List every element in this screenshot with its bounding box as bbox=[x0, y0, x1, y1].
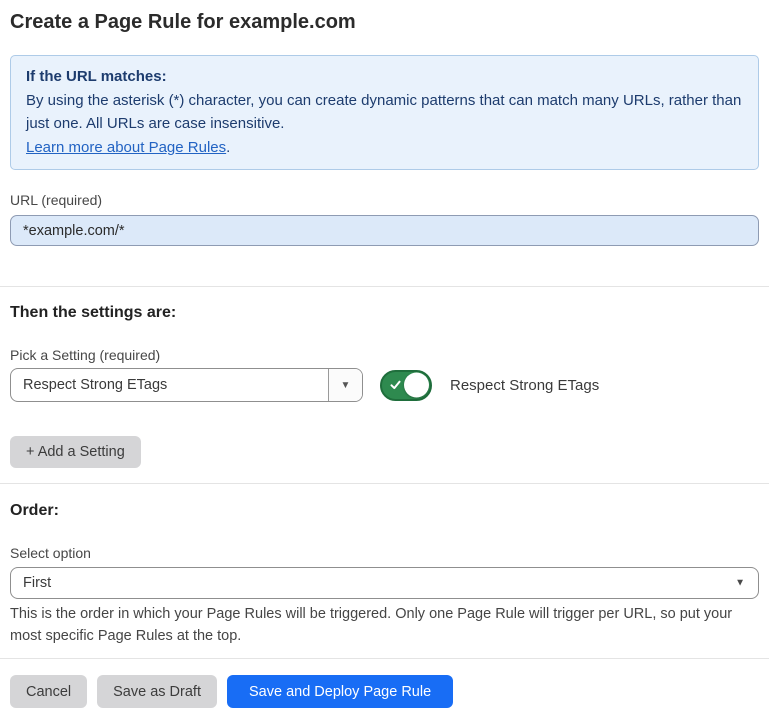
order-heading: Order: bbox=[10, 501, 759, 521]
learn-more-link[interactable]: Learn more about Page Rules bbox=[26, 139, 226, 156]
check-icon bbox=[389, 379, 402, 392]
section-divider bbox=[0, 483, 769, 484]
form-actions: Cancel Save as Draft Save and Deploy Pag… bbox=[10, 675, 759, 708]
toggle-label: Respect Strong ETags bbox=[450, 377, 599, 394]
save-deploy-button[interactable]: Save and Deploy Page Rule bbox=[227, 675, 453, 708]
url-input[interactable] bbox=[10, 215, 759, 246]
chevron-down-icon[interactable]: ▼ bbox=[328, 369, 362, 401]
setting-toggle[interactable] bbox=[380, 370, 432, 401]
setting-dropdown-value: Respect Strong ETags bbox=[11, 377, 328, 393]
save-draft-button[interactable]: Save as Draft bbox=[97, 675, 217, 708]
order-dropdown[interactable]: First ▼ bbox=[10, 567, 759, 599]
link-period: . bbox=[226, 139, 230, 156]
page-title: Create a Page Rule for example.com bbox=[10, 9, 759, 35]
info-box-body: By using the asterisk (*) character, you… bbox=[26, 89, 743, 136]
order-dropdown-value: First bbox=[11, 575, 758, 591]
section-divider bbox=[0, 286, 769, 287]
toggle-knob bbox=[404, 373, 429, 398]
section-divider bbox=[0, 658, 769, 659]
chevron-down-icon: ▼ bbox=[735, 578, 745, 589]
info-box-link-line: Learn more about Page Rules. bbox=[26, 136, 743, 160]
order-help-text: This is the order in which your Page Rul… bbox=[10, 603, 755, 647]
create-page-rule-form: Create a Page Rule for example.com If th… bbox=[10, 9, 759, 708]
url-match-info-box: If the URL matches: By using the asteris… bbox=[10, 55, 759, 170]
url-label: URL (required) bbox=[10, 192, 759, 209]
settings-heading: Then the settings are: bbox=[10, 303, 759, 323]
setting-dropdown[interactable]: Respect Strong ETags ▼ bbox=[10, 368, 363, 402]
add-setting-button[interactable]: + Add a Setting bbox=[10, 436, 141, 468]
info-box-heading: If the URL matches: bbox=[26, 65, 743, 89]
cancel-button[interactable]: Cancel bbox=[10, 675, 87, 708]
setting-row: Respect Strong ETags ▼ Respect Strong ET… bbox=[10, 368, 759, 402]
pick-setting-label: Pick a Setting (required) bbox=[10, 347, 759, 364]
order-select-label: Select option bbox=[10, 545, 759, 562]
